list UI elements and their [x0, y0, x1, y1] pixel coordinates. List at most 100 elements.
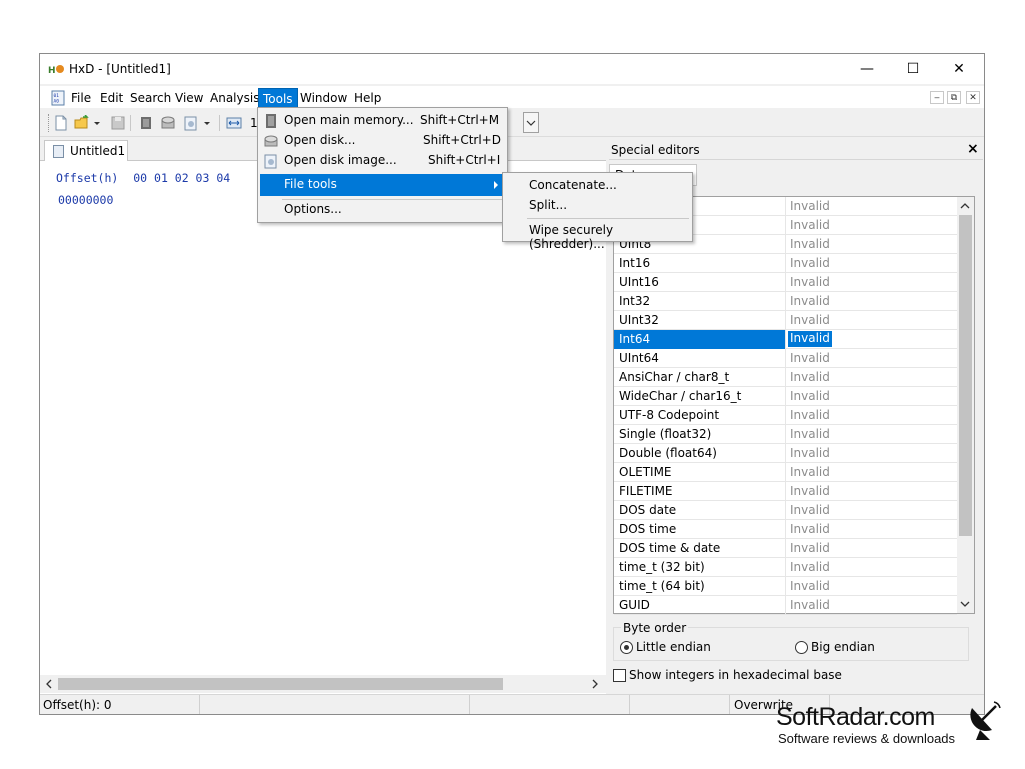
- row-value[interactable]: Invalid: [790, 465, 830, 479]
- data-inspector-row[interactable]: time_t (64 bit) Invalid: [614, 577, 957, 596]
- data-inspector-row[interactable]: Int16 Invalid: [614, 254, 957, 273]
- data-inspector-row[interactable]: DOS time & date Invalid: [614, 539, 957, 558]
- big-endian-label[interactable]: Big endian: [811, 640, 875, 654]
- close-button[interactable]: ✕: [936, 54, 982, 84]
- menu-analysis[interactable]: Analysis: [206, 88, 263, 108]
- new-file-icon[interactable]: [53, 115, 69, 131]
- row-value[interactable]: Invalid: [790, 218, 830, 232]
- row-type-name: DOS time: [619, 522, 677, 536]
- menu-window[interactable]: Window: [296, 88, 351, 108]
- menu-wipe-securely[interactable]: Wipe securely (Shredder)...: [505, 220, 690, 251]
- row-value[interactable]: Invalid: [790, 275, 830, 289]
- row-value[interactable]: Invalid: [790, 598, 830, 612]
- row-value[interactable]: Invalid: [790, 351, 830, 365]
- row-type-name: DOS date: [619, 503, 677, 517]
- menu-open-disk-image[interactable]: Open disk image... Shift+Ctrl+I: [260, 150, 505, 172]
- menu-search[interactable]: Search: [126, 88, 175, 108]
- row-value[interactable]: Invalid: [790, 446, 830, 460]
- mdi-minimize-button[interactable]: ‒: [930, 91, 944, 104]
- row-value[interactable]: Invalid: [790, 408, 830, 422]
- minimize-button[interactable]: —: [844, 54, 890, 84]
- row-value[interactable]: Invalid: [790, 313, 830, 327]
- menu-file-tools[interactable]: File tools: [260, 174, 505, 196]
- horizontal-scrollbar[interactable]: [40, 675, 606, 693]
- data-inspector-row[interactable]: UInt64 Invalid: [614, 349, 957, 368]
- menu-open-main-memory-shortcut: Shift+Ctrl+M: [420, 113, 500, 127]
- row-value[interactable]: Invalid: [790, 503, 830, 517]
- row-value[interactable]: Invalid: [790, 389, 830, 403]
- maximize-button[interactable]: ☐: [890, 54, 936, 84]
- scroll-up-icon[interactable]: [960, 201, 970, 211]
- first-offset[interactable]: 00000000: [58, 193, 113, 207]
- column-divider: [785, 463, 786, 482]
- hex-integers-checkbox[interactable]: [613, 669, 626, 682]
- column-divider: [785, 444, 786, 463]
- vertical-scroll-thumb[interactable]: [959, 215, 972, 536]
- data-inspector-row[interactable]: AnsiChar / char8_t Invalid: [614, 368, 957, 387]
- open-disk-image-icon[interactable]: [183, 115, 199, 131]
- menu-open-main-memory[interactable]: Open main memory... Shift+Ctrl+M: [260, 110, 505, 132]
- data-inspector-row[interactable]: GUID Invalid: [614, 596, 957, 615]
- title-bar[interactable]: H HxD - [Untitled1] — ☐ ✕: [40, 54, 984, 84]
- data-inspector-row[interactable]: UInt32 Invalid: [614, 311, 957, 330]
- toolbar-grip[interactable]: [48, 114, 50, 132]
- data-inspector-row[interactable]: Int32 Invalid: [614, 292, 957, 311]
- row-value[interactable]: Invalid: [790, 522, 830, 536]
- close-panel-icon[interactable]: ×: [967, 141, 979, 157]
- mdi-restore-button[interactable]: ⧉: [947, 91, 961, 104]
- data-inspector-row[interactable]: FILETIME Invalid: [614, 482, 957, 501]
- big-endian-radio[interactable]: [795, 641, 808, 654]
- dropdown-arrow-icon[interactable]: [202, 115, 212, 131]
- horizontal-scroll-thumb[interactable]: [58, 678, 503, 690]
- open-file-icon[interactable]: [74, 115, 90, 131]
- row-value[interactable]: Invalid: [790, 541, 830, 555]
- bytes-per-row-icon[interactable]: [226, 115, 242, 131]
- menu-view[interactable]: View: [171, 88, 207, 108]
- row-value[interactable]: Invalid: [790, 427, 830, 441]
- data-inspector-row[interactable]: Single (float32) Invalid: [614, 425, 957, 444]
- data-inspector-row[interactable]: DOS date Invalid: [614, 501, 957, 520]
- vertical-scrollbar[interactable]: [957, 197, 974, 613]
- row-value[interactable]: Invalid: [788, 331, 832, 347]
- little-endian-label[interactable]: Little endian: [636, 640, 711, 654]
- tab-untitled1[interactable]: Untitled1: [44, 140, 128, 161]
- row-value[interactable]: Invalid: [790, 256, 830, 270]
- data-inspector-row[interactable]: DOS time Invalid: [614, 520, 957, 539]
- menu-tools[interactable]: Tools: [258, 88, 298, 108]
- row-value[interactable]: Invalid: [790, 199, 830, 213]
- open-disk-icon[interactable]: [160, 115, 176, 131]
- mdi-close-button[interactable]: ✕: [966, 91, 980, 104]
- menu-help[interactable]: Help: [350, 88, 385, 108]
- data-inspector-row[interactable]: WideChar / char16_t Invalid: [614, 387, 957, 406]
- dropdown-arrow-icon[interactable]: [92, 115, 102, 131]
- data-inspector-row[interactable]: UTF-8 Codepoint Invalid: [614, 406, 957, 425]
- data-inspector-row[interactable]: time_t (32 bit) Invalid: [614, 558, 957, 577]
- data-inspector-row[interactable]: OLETIME Invalid: [614, 463, 957, 482]
- open-memory-icon[interactable]: [138, 115, 154, 131]
- row-value[interactable]: Invalid: [790, 237, 830, 251]
- row-value[interactable]: Invalid: [790, 484, 830, 498]
- data-inspector-row[interactable]: Double (float64) Invalid: [614, 444, 957, 463]
- little-endian-radio[interactable]: [620, 641, 633, 654]
- data-inspector-row[interactable]: UInt16 Invalid: [614, 273, 957, 292]
- scroll-right-icon[interactable]: [590, 679, 600, 689]
- toolbar-separator: [130, 115, 131, 131]
- menu-concatenate[interactable]: Concatenate...: [505, 175, 690, 197]
- scroll-down-icon[interactable]: [960, 599, 970, 609]
- row-value[interactable]: Invalid: [790, 294, 830, 308]
- hex-integers-label[interactable]: Show integers in hexadecimal base: [629, 668, 842, 682]
- document-tab-icon: [53, 145, 64, 158]
- encoding-dropdown-button[interactable]: [523, 112, 539, 133]
- menu-open-disk[interactable]: Open disk... Shift+Ctrl+D: [260, 130, 505, 152]
- row-value[interactable]: Invalid: [790, 370, 830, 384]
- menu-options[interactable]: Options...: [260, 199, 505, 221]
- row-value[interactable]: Invalid: [790, 579, 830, 593]
- menu-split[interactable]: Split...: [505, 195, 690, 217]
- menu-edit[interactable]: Edit: [96, 88, 127, 108]
- scroll-left-icon[interactable]: [44, 679, 54, 689]
- menu-file[interactable]: File: [67, 88, 95, 108]
- column-divider: [785, 596, 786, 615]
- data-inspector-row[interactable]: Int64 Invalid: [614, 330, 957, 349]
- row-value[interactable]: Invalid: [790, 560, 830, 574]
- save-icon[interactable]: [110, 115, 126, 131]
